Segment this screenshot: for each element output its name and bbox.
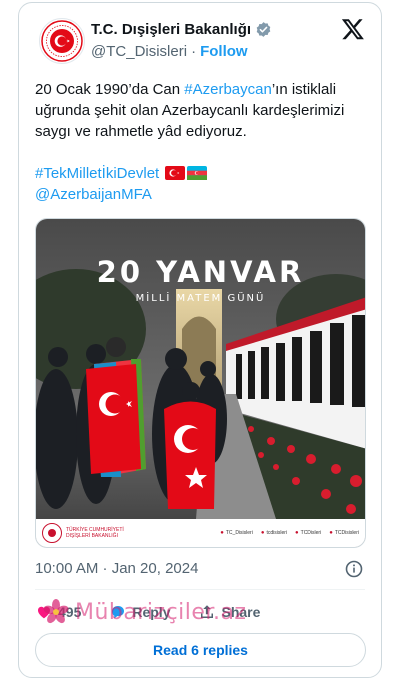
hashtag-tekmillet-link[interactable]: #TekMilletİkiDevlet bbox=[35, 165, 159, 182]
action-bar: 495 Reply Share bbox=[35, 599, 365, 625]
azerbaijan-flag-icon bbox=[187, 166, 208, 180]
heart-icon bbox=[38, 606, 50, 619]
media-title: 20 YANVAR bbox=[96, 255, 305, 289]
info-icon[interactable] bbox=[345, 560, 363, 578]
mention-line: @AzerbaijanMFA bbox=[35, 184, 371, 205]
like-button[interactable]: 495 bbox=[35, 603, 81, 621]
turkey-flag-figure-large bbox=[86, 364, 141, 474]
tweet-card: T.C. Dışişleri Bakanlığı @TC_Disisleri ·… bbox=[18, 2, 382, 678]
handle-row: @TC_Disisleri · Follow bbox=[91, 43, 248, 60]
tweet-text: 20 Ocak 1990’da Can #Azerbaycan’ın istik… bbox=[35, 79, 371, 205]
ministry-logo-icon bbox=[42, 523, 62, 543]
account-name[interactable]: T.C. Dışişleri Bakanlığı bbox=[91, 21, 251, 38]
share-icon bbox=[201, 605, 214, 618]
media-footer-org: TÜRKİYE CUMHURİYETİ DIŞİŞLERİ BAKANLIĞI bbox=[66, 527, 124, 539]
media-footer: TÜRKİYE CUMHURİYETİ DIŞİŞLERİ BAKANLIĞI … bbox=[36, 519, 365, 547]
media-footer-social: TC_Disisleri tcdisisleri TCDisleri TCDis… bbox=[220, 530, 359, 536]
hashtag-line: #TekMilletİkiDevlet bbox=[35, 163, 371, 184]
hashtag-azerbaycan-link[interactable]: #Azerbaycan bbox=[184, 81, 272, 98]
share-button[interactable]: Share bbox=[198, 603, 260, 621]
reply-icon bbox=[112, 606, 125, 619]
reply-label: Reply bbox=[132, 604, 171, 620]
avatar[interactable] bbox=[39, 18, 85, 64]
tweet-paragraph: 20 Ocak 1990’da Can #Azerbaycan’ın istik… bbox=[35, 79, 371, 142]
tweet-media-image[interactable]: 20 YANVAR MİLLİ MATEM GÜNÜ TÜRKİYE CUMHU… bbox=[35, 218, 366, 548]
read-replies-button[interactable]: Read 6 replies bbox=[35, 633, 366, 667]
share-label: Share bbox=[221, 604, 261, 620]
separator: · bbox=[191, 43, 197, 60]
reply-button[interactable]: Reply bbox=[109, 603, 170, 621]
verified-badge-icon bbox=[255, 21, 272, 38]
media-subtitle: MİLLİ MATEM GÜNÜ bbox=[135, 293, 266, 304]
divider bbox=[35, 589, 365, 590]
social-handle: TCDisleri bbox=[295, 530, 322, 536]
social-handle: tcdisisleri bbox=[261, 530, 287, 536]
turkey-flag-icon bbox=[165, 166, 186, 180]
tweet-text-part: 20 Ocak 1990’da Can bbox=[35, 81, 185, 98]
account-handle[interactable]: @TC_Disisleri bbox=[91, 43, 187, 60]
like-count: 495 bbox=[58, 604, 82, 620]
timestamp[interactable]: 10:00 AM · Jan 20, 2024 bbox=[35, 560, 198, 577]
account-name-row: T.C. Dışişleri Bakanlığı bbox=[91, 21, 272, 38]
x-logo-icon[interactable] bbox=[341, 17, 365, 41]
social-handle: TCDisisleri bbox=[329, 530, 359, 536]
social-handle: TC_Disisleri bbox=[220, 530, 253, 536]
follow-button[interactable]: Follow bbox=[200, 43, 248, 60]
mention-azerbaijanmfa-link[interactable]: @AzerbaijanMFA bbox=[35, 186, 152, 203]
ministry-seal-icon bbox=[41, 20, 83, 62]
